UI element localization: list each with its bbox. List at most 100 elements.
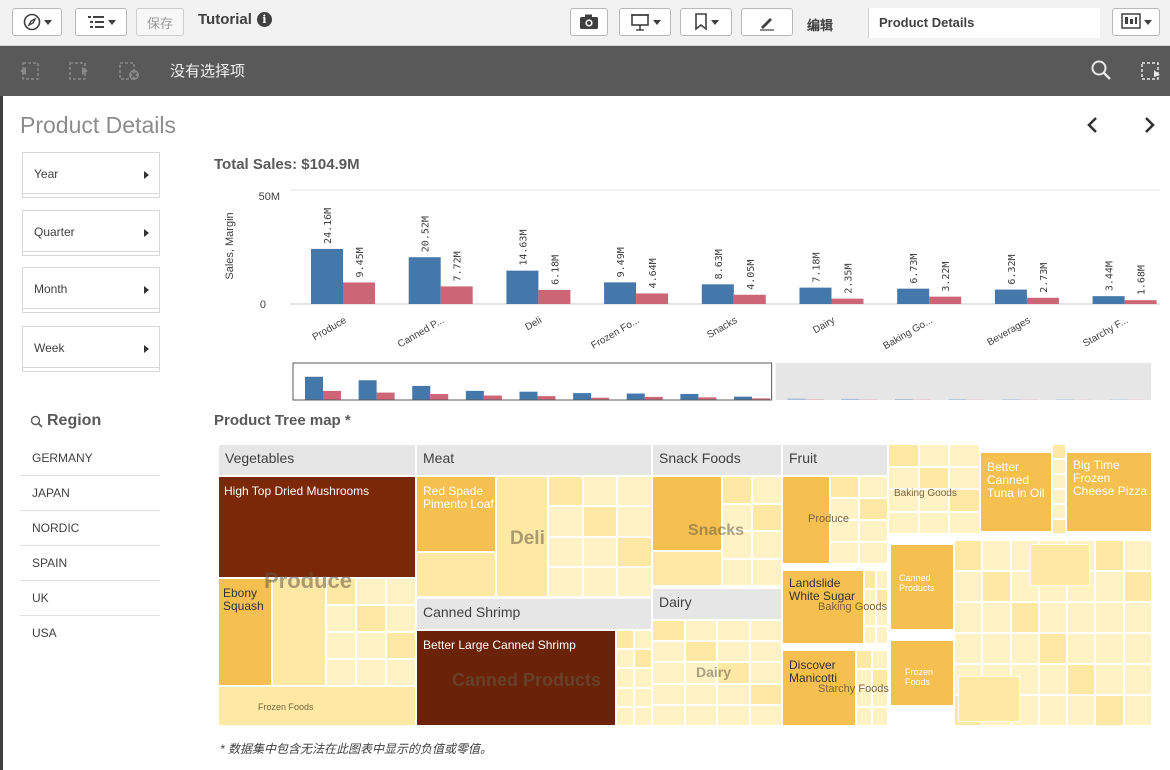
info-icon[interactable]: i bbox=[256, 12, 272, 27]
region-item-usa[interactable]: USA bbox=[20, 616, 160, 651]
treemap-leaf[interactable] bbox=[617, 566, 652, 597]
smart-search-selections-icon[interactable] bbox=[1140, 60, 1162, 82]
treemap-leaf[interactable] bbox=[876, 625, 888, 644]
sheet-selector[interactable]: Product Details bbox=[868, 8, 1100, 38]
clear-all-selections-icon[interactable] bbox=[118, 60, 140, 82]
treemap-leaf[interactable] bbox=[617, 506, 652, 537]
treemap-leaf[interactable] bbox=[888, 466, 919, 489]
product-treemap[interactable]: Vegetables High Top Dried Mushrooms Ebony … bbox=[218, 444, 1152, 726]
treemap-leaf[interactable] bbox=[634, 706, 652, 726]
treemap-leaf[interactable] bbox=[954, 633, 983, 664]
save-button[interactable]: 保存 bbox=[136, 8, 184, 36]
treemap-leaf[interactable] bbox=[356, 659, 386, 686]
treemap-leaf[interactable] bbox=[949, 511, 980, 534]
treemap-leaf[interactable] bbox=[548, 566, 583, 597]
treemap-leaf[interactable] bbox=[859, 542, 888, 564]
present-button[interactable] bbox=[619, 8, 671, 36]
treemap-leaf[interactable] bbox=[582, 506, 618, 537]
treemap-leaf[interactable] bbox=[1123, 633, 1152, 664]
treemap-leaf[interactable] bbox=[1095, 602, 1124, 633]
treemap-leaf[interactable] bbox=[634, 668, 652, 688]
treemap-leaf[interactable] bbox=[1067, 602, 1096, 633]
treemap-leaf[interactable] bbox=[548, 476, 583, 507]
treemap-leaf[interactable] bbox=[416, 552, 496, 597]
treemap-leaf[interactable] bbox=[888, 444, 919, 467]
region-item-spain[interactable]: SPAIN bbox=[20, 546, 160, 581]
treemap-leaf[interactable] bbox=[386, 659, 416, 686]
treemap-leaf[interactable] bbox=[856, 707, 872, 726]
treemap-leaf[interactable] bbox=[1123, 695, 1152, 726]
region-item-japan[interactable]: JAPAN bbox=[20, 476, 160, 511]
region-item-nordic[interactable]: NORDIC bbox=[20, 511, 160, 546]
global-menu-button[interactable] bbox=[75, 8, 127, 36]
treemap-leaf[interactable] bbox=[752, 558, 782, 586]
next-sheet-icon[interactable] bbox=[1138, 114, 1160, 136]
treemap-leaf[interactable] bbox=[548, 506, 583, 537]
treemap-leaf[interactable] bbox=[752, 476, 782, 504]
treemap-leaf[interactable] bbox=[1095, 664, 1124, 695]
treemap-leaf[interactable] bbox=[356, 578, 386, 605]
treemap-header-meat[interactable]: Meat bbox=[416, 444, 652, 476]
treemap-leaf[interactable] bbox=[1123, 571, 1152, 602]
treemap-leaf[interactable] bbox=[722, 476, 752, 504]
treemap-leaf[interactable] bbox=[652, 641, 685, 663]
filter-year[interactable]: Year bbox=[22, 152, 160, 198]
treemap-leaf[interactable] bbox=[1038, 664, 1068, 695]
treemap-leaf[interactable] bbox=[722, 558, 752, 586]
filter-week[interactable]: Week bbox=[22, 326, 160, 372]
treemap-leaf[interactable] bbox=[749, 620, 782, 642]
treemap-leaf-red-spade-loaf[interactable]: Red Spade Pimento Loaf bbox=[416, 476, 496, 552]
treemap-leaf[interactable] bbox=[684, 683, 717, 705]
treemap-leaf[interactable] bbox=[616, 668, 634, 688]
sales-margin-bar-chart[interactable]: Sales, Margin 50M 0 24.16M 9.45M Produce 20.5… bbox=[210, 180, 1160, 402]
treemap-leaf[interactable] bbox=[326, 605, 356, 632]
treemap-leaf[interactable] bbox=[652, 551, 722, 586]
treemap-leaf[interactable] bbox=[749, 641, 782, 663]
treemap-leaf[interactable] bbox=[1030, 544, 1090, 586]
treemap-leaf[interactable] bbox=[617, 536, 652, 567]
treemap-leaf[interactable] bbox=[1010, 602, 1039, 633]
treemap-leaf[interactable] bbox=[1052, 444, 1066, 459]
navigation-menu-button[interactable] bbox=[12, 8, 62, 36]
treemap-leaf[interactable] bbox=[634, 630, 652, 650]
treemap-leaf[interactable] bbox=[876, 570, 888, 589]
treemap-leaf[interactable] bbox=[918, 511, 950, 534]
step-back-icon[interactable] bbox=[18, 60, 40, 82]
treemap-leaf[interactable] bbox=[749, 704, 782, 726]
region-item-germany[interactable]: GERMANY bbox=[20, 441, 160, 476]
treemap-leaf[interactable] bbox=[548, 536, 583, 567]
treemap-leaf[interactable] bbox=[1067, 664, 1096, 695]
treemap-leaf[interactable] bbox=[1052, 519, 1066, 534]
treemap-leaf[interactable] bbox=[1095, 540, 1124, 571]
treemap-leaf[interactable] bbox=[949, 444, 980, 467]
treemap-leaf[interactable] bbox=[1123, 540, 1152, 571]
treemap-leaf[interactable] bbox=[272, 578, 326, 686]
treemap-leaf-high-top-mushrooms[interactable]: High Top Dried Mushrooms bbox=[218, 476, 416, 578]
treemap-leaf[interactable] bbox=[616, 630, 634, 650]
treemap-leaf[interactable] bbox=[749, 683, 782, 705]
treemap-leaf[interactable] bbox=[830, 476, 859, 498]
sheets-menu-button[interactable] bbox=[1112, 8, 1160, 36]
treemap-leaf[interactable] bbox=[830, 542, 859, 564]
treemap-leaf[interactable] bbox=[954, 540, 983, 571]
region-listbox-title[interactable]: Region bbox=[30, 412, 101, 430]
treemap-leaf[interactable] bbox=[717, 620, 750, 642]
treemap-header-dairy[interactable]: Dairy bbox=[652, 588, 782, 620]
treemap-leaf[interactable] bbox=[652, 620, 685, 642]
treemap-leaf[interactable] bbox=[1052, 489, 1066, 504]
treemap-leaf[interactable] bbox=[918, 444, 950, 467]
treemap-leaf[interactable] bbox=[617, 476, 652, 507]
treemap-leaf[interactable] bbox=[684, 641, 717, 663]
edit-label[interactable]: 编辑 bbox=[807, 15, 833, 34]
filter-month[interactable]: Month bbox=[22, 267, 160, 313]
filter-quarter[interactable]: Quarter bbox=[22, 210, 160, 256]
treemap-leaf[interactable] bbox=[1067, 695, 1096, 726]
treemap-leaf[interactable] bbox=[582, 476, 618, 507]
treemap-leaf[interactable] bbox=[326, 632, 356, 659]
treemap-leaf[interactable] bbox=[326, 659, 356, 686]
bookmark-button[interactable] bbox=[680, 8, 732, 36]
previous-sheet-icon[interactable] bbox=[1082, 114, 1104, 136]
edit-button[interactable] bbox=[741, 8, 793, 36]
treemap-leaf[interactable] bbox=[856, 650, 872, 669]
treemap-leaf[interactable] bbox=[634, 649, 652, 669]
